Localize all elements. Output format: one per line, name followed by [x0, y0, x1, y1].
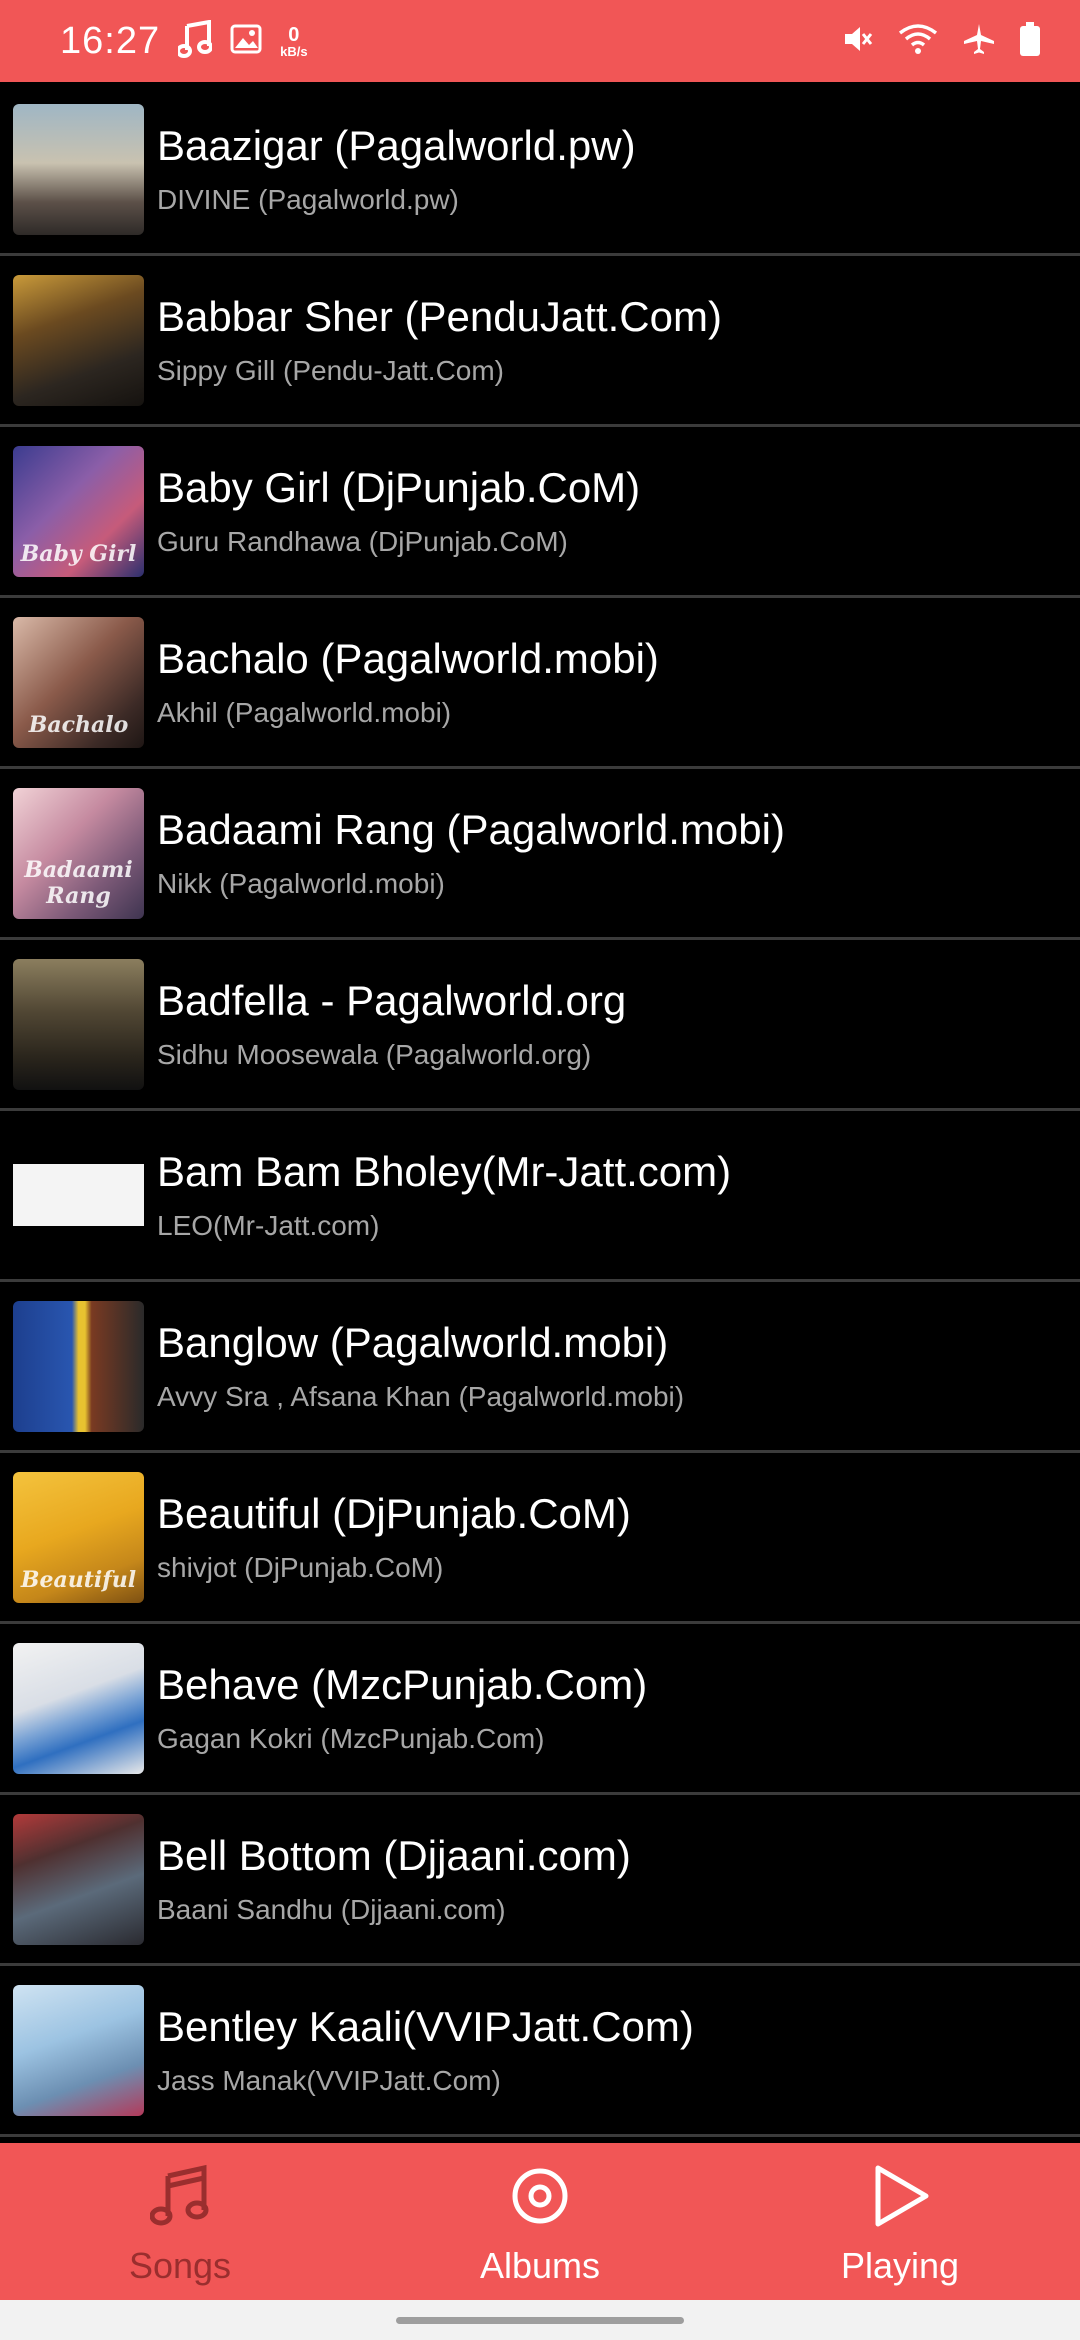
song-title: Badfella - Pagalworld.org: [157, 976, 627, 1024]
song-title: Badaami Rang (Pagalworld.mobi): [157, 805, 785, 853]
nav-playing[interactable]: Playing: [720, 2143, 1080, 2300]
album-art: [13, 1129, 144, 1261]
bottom-navigation: Songs Albums Playing: [0, 2143, 1080, 2300]
song-title: Bachalo (Pagalworld.mobi): [157, 634, 659, 682]
song-artist: Baani Sandhu (Djjaani.com): [157, 1894, 506, 1926]
song-artist: Sippy Gill (Pendu-Jatt.Com): [157, 355, 505, 387]
song-title: Bell Bottom (Djjaani.com): [157, 1831, 631, 1879]
song-row[interactable]: Behave (MzcPunjab.Com) Gagan Kokri (MzcP…: [0, 1624, 1080, 1795]
system-icons: [842, 21, 1040, 61]
album-art: [13, 103, 144, 235]
song-artist: DIVINE (Pagalworld.pw): [157, 184, 459, 216]
song-row[interactable]: Babbar Sher (PenduJatt.Com) Sippy Gill (…: [0, 256, 1080, 427]
song-title: Bam Bam Bholey(Mr-Jatt.com): [157, 1147, 732, 1195]
song-artist: Gagan Kokri (MzcPunjab.Com): [157, 1723, 545, 1755]
net-speed-unit: kB/s: [280, 43, 308, 59]
song-list[interactable]: Baazigar (Pagalworld.pw) DIVINE (Pagalwo…: [0, 85, 1080, 2143]
image-icon: [230, 24, 262, 59]
mute-icon: [842, 23, 874, 60]
song-title: Baazigar (Pagalworld.pw): [157, 121, 636, 169]
home-gesture-bar[interactable]: [396, 2317, 684, 2324]
album-art: Baby Girl: [13, 445, 144, 577]
album-art: Badaami Rang: [13, 787, 144, 919]
disc-icon: [511, 2157, 569, 2235]
song-row[interactable]: Bam Bam Bholey(Mr-Jatt.com) LEO(Mr-Jatt.…: [0, 1111, 1080, 1282]
album-art: [13, 1813, 144, 1945]
song-title: Bentley Kaali(VVIPJatt.Com): [157, 2002, 694, 2050]
nav-albums-label: Albums: [479, 2245, 601, 2286]
album-art: [13, 1642, 144, 1774]
song-row[interactable]: Beautiful Beautiful (DjPunjab.CoM) shivj…: [0, 1453, 1080, 1624]
album-art: Bachalo: [13, 616, 144, 748]
song-artist: Sidhu Moosewala (Pagalworld.org): [157, 1039, 592, 1071]
nav-albums[interactable]: Albums: [360, 2143, 720, 2300]
song-title: Beautiful (DjPunjab.CoM): [157, 1489, 631, 1537]
gesture-area: [0, 2300, 1080, 2340]
song-row[interactable]: Baby Girl Baby Girl (DjPunjab.CoM) Guru …: [0, 427, 1080, 598]
album-art: [13, 958, 144, 1090]
music-note-icon: [176, 19, 214, 63]
song-artist: Akhil (Pagalworld.mobi): [157, 697, 452, 729]
nav-songs[interactable]: Songs: [0, 2143, 360, 2300]
status-bar: 16:27 0 kB/s: [0, 0, 1080, 82]
song-artist: shivjot (DjPunjab.CoM): [157, 1552, 444, 1584]
music-note-icon: [150, 2157, 210, 2235]
play-icon: [870, 2157, 930, 2235]
song-title: Babbar Sher (PenduJatt.Com): [157, 292, 722, 340]
song-row[interactable]: Banglow (Pagalworld.mobi) Avvy Sra , Afs…: [0, 1282, 1080, 1453]
song-row[interactable]: Badfella - Pagalworld.org Sidhu Moosewal…: [0, 940, 1080, 1111]
album-art: [13, 274, 144, 406]
song-artist: Jass Manak(VVIPJatt.Com): [157, 2065, 501, 2097]
song-row[interactable]: Badaami Rang Badaami Rang (Pagalworld.mo…: [0, 769, 1080, 940]
status-time: 16:27: [60, 19, 161, 62]
song-row[interactable]: Bentley Kaali(VVIPJatt.Com) Jass Manak(V…: [0, 1966, 1080, 2137]
song-title: Baby Girl (DjPunjab.CoM): [157, 463, 641, 511]
network-speed: 0 kB/s: [280, 25, 307, 58]
album-art: [13, 1300, 144, 1432]
album-art: [13, 1984, 144, 2116]
notification-icons: 0 kB/s: [176, 19, 308, 63]
song-title: Banglow (Pagalworld.mobi): [157, 1318, 669, 1366]
wifi-icon: [898, 23, 938, 60]
song-artist: LEO(Mr-Jatt.com): [157, 1210, 380, 1242]
album-art: Beautiful: [13, 1471, 144, 1603]
nav-playing-label: Playing: [840, 2245, 960, 2286]
song-row[interactable]: Bell Bottom (Djjaani.com) Baani Sandhu (…: [0, 1795, 1080, 1966]
song-row[interactable]: Bachalo Bachalo (Pagalworld.mobi) Akhil …: [0, 598, 1080, 769]
net-speed-value: 0: [288, 23, 300, 46]
battery-icon: [1020, 21, 1040, 61]
song-title: Behave (MzcPunjab.Com): [157, 1660, 648, 1708]
airplane-icon: [962, 22, 996, 61]
song-artist: Nikk (Pagalworld.mobi): [157, 868, 445, 900]
song-row[interactable]: Baazigar (Pagalworld.pw) DIVINE (Pagalwo…: [0, 85, 1080, 256]
song-artist: Avvy Sra , Afsana Khan (Pagalworld.mobi): [157, 1381, 685, 1413]
song-artist: Guru Randhawa (DjPunjab.CoM): [157, 526, 568, 558]
nav-songs-label: Songs: [128, 2245, 232, 2286]
